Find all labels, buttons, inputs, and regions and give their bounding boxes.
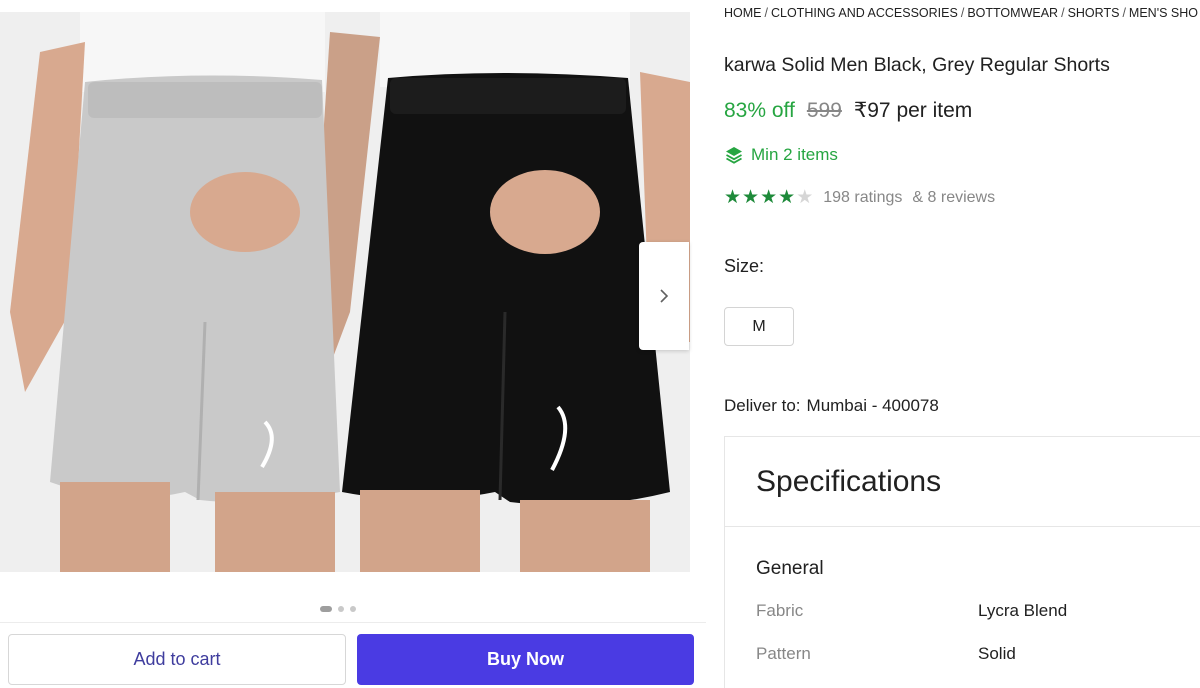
pagination-dot[interactable]	[320, 606, 332, 612]
size-label: Size:	[724, 256, 765, 276]
spec-value: Lycra Blend	[978, 601, 1068, 620]
breadcrumb-separator: /	[1061, 6, 1065, 20]
spec-section-title: General	[756, 558, 824, 579]
deliver-to-label: Deliver to:	[724, 396, 801, 415]
breadcrumb-item-home[interactable]: HOME	[724, 6, 762, 20]
star-icon: ★	[760, 187, 778, 208]
breadcrumb-separator: /	[1122, 6, 1126, 20]
ratings-count[interactable]: 198 ratings	[823, 189, 902, 207]
spec-key: Fabric	[756, 601, 804, 620]
spec-key: Pattern	[756, 644, 811, 663]
reviews-count[interactable]: & 8 reviews	[912, 189, 995, 207]
breadcrumb-separator: /	[960, 6, 965, 20]
original-price: 599	[806, 99, 842, 122]
action-bar: Add to cart Buy Now	[0, 622, 706, 688]
add-to-cart-button[interactable]: Add to cart	[8, 634, 346, 685]
delivery-pincode[interactable]: Mumbai - 400078	[807, 396, 939, 415]
star-empty-icon: ★	[796, 187, 814, 208]
breadcrumb-item-shorts[interactable]: SHORTS	[1068, 6, 1120, 20]
breadcrumb-item-clothing[interactable]: CLOTHING AND ACCESSORIES	[771, 6, 958, 20]
min-items-text: Min 2 items	[751, 145, 838, 164]
product-image[interactable]	[0, 12, 690, 572]
price-row: 83% off 599 ₹97 per item	[724, 98, 972, 123]
discount-percent: 83% off	[724, 99, 795, 122]
next-image-button[interactable]	[639, 242, 689, 350]
product-title: karwa Solid Men Black, Grey Regular Shor…	[724, 54, 1110, 76]
star-icon: ★	[724, 187, 742, 208]
size-option-m[interactable]: M	[724, 307, 794, 346]
chevron-right-icon	[660, 289, 669, 303]
product-details: HOME / CLOTHING AND ACCESSORIES / BOTTOMWEAR…	[724, 0, 1200, 688]
image-pagination-dots	[320, 606, 356, 612]
breadcrumb-item-bottomwear[interactable]: BOTTOMWEAR	[967, 6, 1058, 20]
buy-now-button[interactable]: Buy Now	[357, 634, 694, 685]
specifications-title: Specifications	[756, 465, 942, 498]
breadcrumb: HOME / CLOTHING AND ACCESSORIES / BOTTOMWEAR…	[724, 6, 1198, 20]
spec-value: Solid	[978, 644, 1016, 663]
product-gallery: Add to cart Buy Now	[0, 0, 706, 688]
selling-price: ₹97 per item	[853, 99, 973, 122]
breadcrumb-separator: /	[764, 6, 768, 20]
layers-icon	[726, 147, 742, 164]
delivery-location[interactable]: Deliver to: Mumbai - 400078	[724, 396, 939, 416]
min-items-badge: Min 2 items	[724, 145, 838, 165]
star-icon: ★	[742, 187, 760, 208]
specifications-card: Specifications General Fabric Lycra Blen…	[724, 436, 1200, 688]
pagination-dot[interactable]	[338, 606, 344, 612]
shorts-photo-illustration	[0, 12, 690, 572]
pagination-dot[interactable]	[350, 606, 356, 612]
star-icon: ★	[778, 187, 796, 208]
product-page: Add to cart Buy Now HOME / CLOTHING AND AC…	[0, 0, 1200, 688]
rating-row[interactable]: ★ ★ ★ ★ ★ 198 ratings & 8 reviews	[724, 188, 995, 207]
divider	[725, 526, 1200, 527]
star-rating: ★ ★ ★ ★ ★	[724, 188, 813, 207]
breadcrumb-item-mens-shorts[interactable]: MEN'S SHO	[1129, 6, 1198, 20]
